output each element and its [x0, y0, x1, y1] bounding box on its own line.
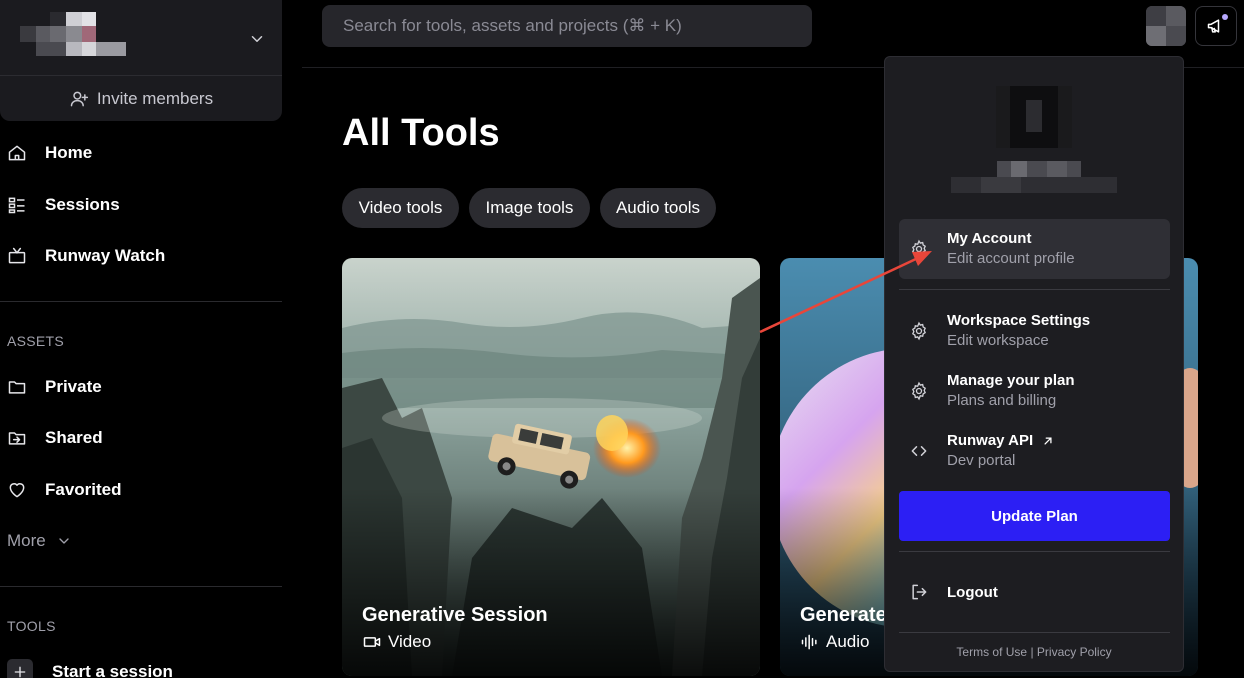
logout-button[interactable]: Logout [899, 575, 1170, 609]
page-title: All Tools [342, 112, 500, 154]
account-avatar [996, 86, 1072, 148]
section-divider [0, 586, 282, 587]
sidebar-item-private[interactable]: Private [0, 367, 282, 407]
sidebar-more-button[interactable]: More [7, 530, 72, 552]
gear-icon [911, 239, 927, 259]
sidebar-item-start-session[interactable]: Start a session [0, 652, 282, 678]
video-camera-icon [363, 637, 381, 647]
sidebar-item-label: Favorited [45, 480, 122, 499]
menu-item-my-account[interactable]: My Account Edit account profile [899, 219, 1170, 279]
menu-item-subtitle: Plans and billing [947, 392, 1057, 409]
external-link-icon [1044, 436, 1052, 445]
code-icon [911, 446, 927, 456]
sidebar-item-shared[interactable]: Shared [0, 418, 282, 458]
sidebar-item-label: Start a session [52, 662, 173, 678]
card-title: Generative Session [362, 604, 548, 626]
shared-folder-icon [8, 432, 26, 445]
search-input[interactable] [343, 16, 803, 36]
account-name-redacted [951, 161, 1117, 193]
menu-item-subtitle: Dev portal [947, 452, 1016, 469]
menu-item-subtitle: Edit workspace [947, 332, 1049, 349]
menu-item-title: My Account [947, 230, 1032, 247]
update-plan-button[interactable]: Update Plan [899, 491, 1170, 541]
filter-audio-tools[interactable]: Audio tools [600, 188, 716, 228]
menu-item-runway-api[interactable]: Runway API Dev portal [899, 421, 1170, 481]
invite-members-label: Invite members [96, 88, 214, 108]
assets-section-header: ASSETS [7, 333, 65, 349]
privacy-policy-link[interactable]: Privacy Policy [1037, 645, 1112, 659]
filter-video-tools[interactable]: Video tools [342, 188, 459, 228]
logout-icon [912, 584, 927, 600]
footer-separator: | [1030, 645, 1034, 659]
sidebar-item-favorited[interactable]: Favorited [0, 470, 282, 510]
announcements-button[interactable] [1195, 6, 1237, 46]
filter-image-tools[interactable]: Image tools [469, 188, 590, 228]
tv-icon [8, 247, 26, 264]
sidebar-item-runway-watch[interactable]: Runway Watch [0, 236, 282, 276]
sessions-icon [8, 197, 25, 214]
chevron-down-icon[interactable] [248, 30, 266, 48]
sidebar-item-home[interactable]: Home [0, 133, 282, 173]
invite-members-button[interactable]: Invite members [0, 76, 282, 121]
tools-section-header: TOOLS [7, 618, 56, 634]
menu-item-title: Workspace Settings [947, 312, 1091, 329]
sidebar-item-label: Runway Watch [45, 246, 166, 265]
tool-card-generative-session[interactable]: Generative Session Video [342, 258, 760, 676]
sidebar-item-label: Shared [45, 428, 103, 447]
menu-separator [899, 289, 1170, 290]
footer-links: Terms of Use | Privacy Policy [885, 645, 1183, 659]
card-kind-label: Audio [826, 632, 870, 651]
search-bar[interactable] [322, 5, 812, 47]
menu-item-subtitle: Edit account profile [947, 250, 1075, 267]
heart-icon [9, 483, 25, 498]
workspace-card: Invite members [0, 0, 282, 121]
section-divider [0, 301, 282, 302]
menu-item-title: Runway API [947, 432, 1034, 449]
add-user-icon [70, 91, 88, 106]
card-kind-label: Video [388, 632, 432, 651]
menu-item-manage-plan[interactable]: Manage your plan Plans and billing [899, 361, 1170, 421]
card-kind: Audio [800, 632, 869, 652]
home-icon [8, 145, 26, 161]
avatar[interactable] [1146, 6, 1186, 46]
card-title: Generate [800, 604, 887, 626]
menu-item-title: Manage your plan [947, 372, 1075, 389]
logout-label: Logout [947, 584, 998, 601]
sidebar-item-label: Sessions [45, 195, 120, 214]
sidebar-item-label: Private [45, 377, 102, 396]
menu-separator [899, 632, 1170, 633]
menu-separator [899, 551, 1170, 552]
plus-icon [7, 659, 33, 678]
card-kind: Video [362, 632, 431, 652]
gear-icon [911, 381, 927, 401]
account-menu: My Account Edit account profile Workspac… [884, 56, 1184, 672]
folder-icon [8, 381, 26, 394]
gear-icon [911, 321, 927, 341]
menu-item-workspace-settings[interactable]: Workspace Settings Edit workspace [899, 301, 1170, 361]
sidebar: Invite members Home Sessions Runway Watc… [0, 0, 283, 678]
sidebar-item-label: Home [45, 143, 93, 162]
workspace-avatar[interactable] [20, 12, 126, 56]
sidebar-item-sessions[interactable]: Sessions [0, 185, 282, 225]
chevron-down-icon [59, 538, 69, 544]
notification-dot [1222, 14, 1228, 20]
more-label: More [7, 531, 46, 550]
terms-of-use-link[interactable]: Terms of Use [956, 645, 1027, 659]
audio-wave-icon [801, 634, 817, 650]
